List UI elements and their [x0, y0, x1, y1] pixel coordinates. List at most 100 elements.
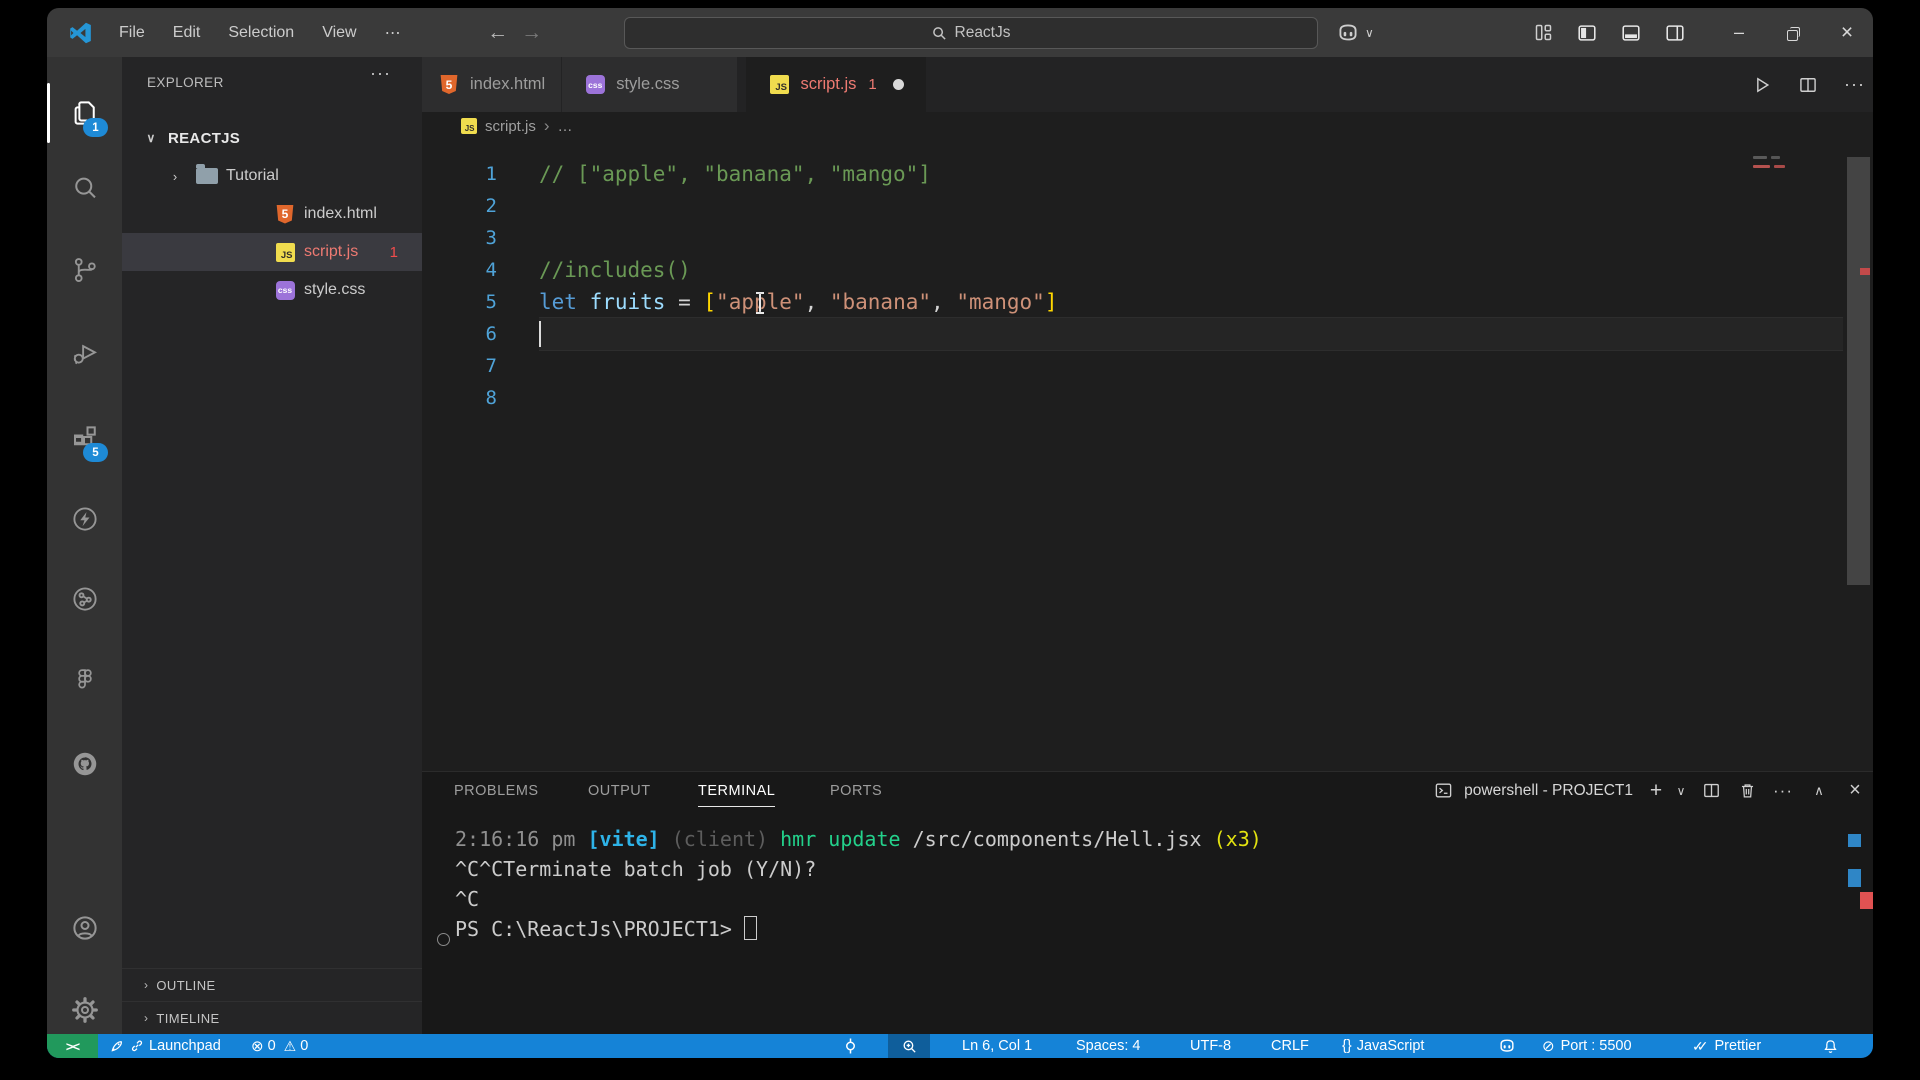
explorer-item-Tutorial[interactable]: › Tutorial — [122, 157, 422, 195]
tab-style-css[interactable]: css style.css — [562, 57, 739, 112]
explorer-section-reactjs[interactable]: ∨ REACTJS — [122, 119, 422, 157]
zoom-indicator[interactable] — [888, 1034, 930, 1058]
menu-view[interactable]: View — [308, 8, 370, 57]
code-editor[interactable]: 1 // ["apple", "banana", "mango"] 2 3 4 //inc… — [422, 140, 1873, 771]
minimap-line-mark — [1771, 156, 1780, 159]
copilot-icon — [1339, 23, 1357, 40]
tab-index-html[interactable]: 5 index.html — [422, 57, 563, 112]
launchpad-item[interactable]: Launchpad — [109, 1034, 221, 1058]
eol-sequence[interactable]: CRLF — [1271, 1034, 1309, 1058]
nav-back-icon[interactable]: ← — [481, 21, 515, 45]
breadcrumb[interactable]: JS script.js › … — [422, 112, 1873, 140]
command-center-search[interactable]: ReactJs — [624, 17, 1318, 49]
vscode-window: File Edit Selection View ⋯ ← → ReactJs ∨ — [47, 8, 1873, 1058]
terminal-view[interactable]: 2:16:16 pm [vite] (client) hmr update /s… — [422, 809, 1873, 1034]
braces-icon: { } — [1342, 1038, 1352, 1054]
cursor-position[interactable]: Ln 6, Col 1 — [962, 1034, 1032, 1058]
code-line-2[interactable]: 2 — [422, 190, 1873, 222]
run-debug-icon[interactable] — [47, 327, 122, 379]
toggle-panel-icon[interactable] — [1620, 22, 1642, 44]
close-panel-icon[interactable]: × — [1837, 779, 1873, 802]
code-line-3[interactable]: 3 — [422, 222, 1873, 254]
breadcrumb-file[interactable]: script.js — [485, 118, 536, 135]
menu-selection[interactable]: Selection — [214, 8, 308, 57]
code-line-7[interactable]: 7 — [422, 350, 1873, 382]
customize-layout-icon[interactable] — [1533, 22, 1554, 43]
explorer-item-index-html[interactable]: 5 index.html — [122, 195, 422, 233]
nav-forward-icon[interactable]: → — [515, 21, 549, 45]
toggle-primary-sidebar-icon[interactable] — [1576, 22, 1598, 44]
tab-script-js[interactable]: JS script.js 1 — [746, 57, 927, 112]
terminal-line: PS C:\ReactJs\PROJECT1> — [455, 914, 1873, 944]
new-terminal-icon[interactable]: + — [1643, 779, 1669, 803]
terminal-token: (x3) — [1213, 827, 1262, 851]
tab-problem-badge: 1 — [868, 76, 877, 93]
encoding[interactable]: UTF-8 — [1190, 1034, 1231, 1058]
chevron-down-icon: ∨ — [146, 131, 156, 145]
restore-button[interactable] — [1766, 8, 1820, 57]
terminal-title[interactable]: powershell - PROJECT1 — [1464, 782, 1633, 800]
editor-more-actions-icon[interactable]: ··· — [1844, 74, 1865, 95]
language-mode[interactable]: { } JavaScript — [1342, 1034, 1424, 1058]
tab-terminal[interactable]: TERMINAL — [698, 772, 776, 809]
command-decoration-icon[interactable] — [437, 933, 450, 946]
live-server-port[interactable]: ⊘ Port : 5500 — [1542, 1034, 1632, 1058]
tab-problems[interactable]: PROBLEMS — [454, 772, 539, 809]
breadcrumb-more[interactable]: … — [558, 118, 573, 135]
explorer-icon[interactable]: 1 — [47, 87, 122, 139]
explorer-badge: 1 — [83, 118, 108, 137]
code-line-4[interactable]: 4 //includes() — [422, 254, 1873, 286]
prettier-status[interactable]: ✓✓ Prettier — [1692, 1034, 1761, 1058]
terminal-overview-mark-blue — [1848, 869, 1861, 887]
explorer-item-script-js[interactable]: JS script.js 1 — [122, 233, 422, 271]
editor-scrollbar[interactable] — [1847, 157, 1870, 585]
terminal-line: ^C^CTerminate batch job (Y/N)? — [455, 854, 1873, 884]
extensions-icon[interactable]: 5 — [47, 412, 122, 464]
unsaved-dot-icon[interactable] — [892, 79, 904, 90]
code-line-8[interactable]: 8 — [422, 382, 1873, 414]
remote-indicator[interactable]: >< — [47, 1034, 98, 1058]
notifications-bell[interactable] — [1822, 1034, 1839, 1058]
line-number: 2 — [485, 195, 497, 217]
indentation[interactable]: Spaces: 4 — [1076, 1034, 1141, 1058]
bottom-panel: PROBLEMS OUTPUT TERMINAL PORTS powershel… — [422, 771, 1873, 1034]
account-icon[interactable] — [47, 902, 122, 954]
source-control-icon[interactable] — [47, 244, 122, 296]
menu-edit[interactable]: Edit — [159, 8, 215, 57]
share-view-icon[interactable] — [47, 573, 122, 625]
code-line-5[interactable]: 5 let fruits = ["apple", "banana", "mango… — [422, 286, 1873, 318]
minimize-button[interactable]: – — [1712, 8, 1766, 57]
problems-item[interactable]: ⊗ 0 ⚠ 0 — [251, 1034, 308, 1058]
split-terminal-icon[interactable] — [1693, 781, 1729, 800]
explorer-item-style-css[interactable]: css style.css — [122, 271, 422, 309]
minimap-error-mark — [1753, 165, 1770, 168]
code-token: [ — [703, 290, 717, 314]
timeline-section[interactable]: › TIMELINE — [122, 1001, 422, 1034]
menu-file[interactable]: File — [105, 8, 159, 57]
terminal-dropdown-icon[interactable]: ∨ — [1669, 784, 1693, 798]
panel-more-actions-icon[interactable]: ··· — [1765, 781, 1801, 801]
run-button[interactable] — [1752, 75, 1772, 95]
settings-gear-icon[interactable] — [47, 984, 122, 1036]
copilot-menu[interactable]: ∨ — [1335, 8, 1374, 57]
thunder-client-icon[interactable] — [47, 493, 122, 545]
github-icon[interactable] — [47, 738, 122, 790]
tab-output[interactable]: OUTPUT — [588, 772, 651, 809]
menu-more[interactable]: ⋯ — [371, 8, 415, 57]
code-line-1[interactable]: 1 // ["apple", "banana", "mango"] — [422, 158, 1873, 190]
tab-ports[interactable]: PORTS — [830, 772, 882, 809]
search-view-icon[interactable] — [47, 162, 122, 214]
target-icon — [846, 1038, 855, 1054]
split-editor-icon[interactable] — [1798, 75, 1818, 95]
maximize-panel-icon[interactable]: ∧ — [1801, 783, 1837, 799]
explorer-more-actions-icon[interactable]: ··· — [370, 63, 391, 84]
copilot-status[interactable] — [1497, 1034, 1517, 1058]
terminal-token: hmr update — [780, 827, 913, 851]
figma-icon[interactable] — [47, 654, 122, 706]
toggle-secondary-sidebar-icon[interactable] — [1664, 22, 1686, 44]
code-line-6[interactable]: 6 — [422, 318, 1873, 350]
close-button[interactable]: × — [1820, 8, 1873, 57]
outline-section[interactable]: › OUTLINE — [122, 968, 422, 1001]
screencast-indicator[interactable] — [842, 1034, 859, 1058]
kill-terminal-icon[interactable] — [1729, 781, 1765, 800]
